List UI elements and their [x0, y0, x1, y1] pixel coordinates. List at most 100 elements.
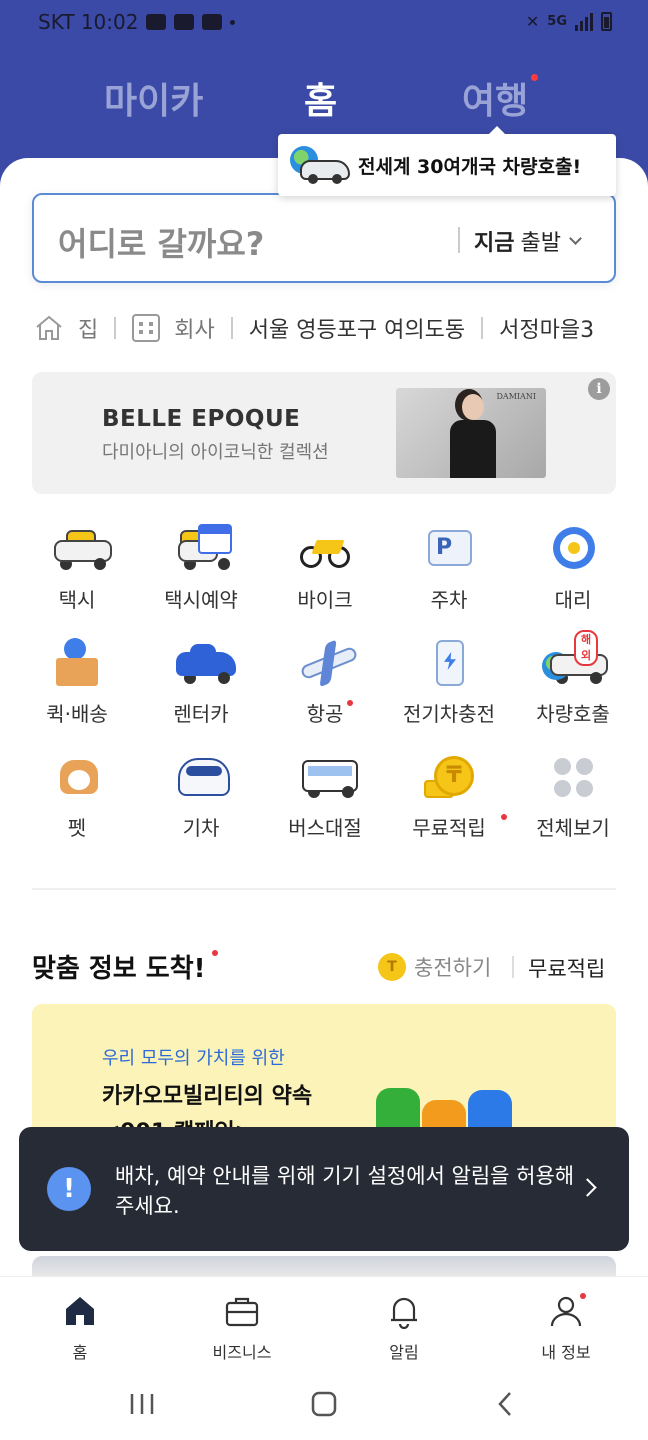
home-icon — [62, 1293, 98, 1329]
service-bike[interactable]: 바이크 — [263, 520, 387, 620]
favorite-places: 집 회사 서울 영등포구 여의도동 서정마을3 — [34, 308, 648, 348]
tab-home[interactable]: 홈 — [304, 72, 337, 124]
tooltip-text: 전세계 30여개국 차량호출! — [358, 155, 582, 178]
service-label: 무료적립 — [412, 816, 486, 840]
service-train[interactable]: 기차 — [139, 748, 263, 848]
nav-label: 내 정보 — [541, 1343, 591, 1362]
service-ev-charging[interactable]: 전기차충전 — [387, 634, 511, 734]
depart-label: 출발 — [520, 231, 561, 256]
service-designated-driver[interactable]: 대리 — [511, 520, 635, 620]
ev-charger-icon — [424, 638, 474, 688]
signal-icon — [575, 12, 593, 31]
travel-badge-dot — [531, 74, 538, 81]
service-label: 버스대절 — [288, 816, 362, 840]
free-points-link[interactable]: 무료적립 — [528, 953, 605, 983]
service-free-points[interactable]: ₸ 무료적립 — [387, 748, 511, 848]
service-bus-charter[interactable]: 버스대절 — [263, 748, 387, 848]
search-placeholder[interactable]: 어디로 갈까요? — [58, 219, 264, 265]
nav-alerts[interactable]: 알림 — [344, 1293, 464, 1363]
service-overseas-car[interactable]: 해외 차량호출 — [511, 630, 635, 734]
recent-apps-icon[interactable] — [128, 1390, 156, 1418]
shortcut-recent-2[interactable]: 서정마을3 — [499, 312, 594, 344]
service-label: 퀵·배송 — [46, 702, 108, 726]
briefcase-icon — [224, 1293, 260, 1329]
alert-icon: ! — [47, 1167, 91, 1211]
banner-image: DAMIANI — [396, 388, 546, 478]
custom-info-title: 맞춤 정보 도착! — [32, 954, 206, 984]
service-taxi-reservation[interactable]: 택시예약 — [139, 520, 263, 620]
delivery-icon — [52, 638, 102, 688]
notification-permission-toast[interactable]: ! 배차, 예약 안내를 위해 기기 설정에서 알림을 허용해주세요. — [19, 1127, 629, 1251]
carrier-time: SKT 10:02 — [38, 10, 139, 34]
office-icon — [132, 314, 161, 342]
bike-icon — [300, 524, 350, 574]
nav-business[interactable]: 비즈니스 — [182, 1293, 302, 1363]
tab-mycar[interactable]: 마이카 — [104, 72, 203, 124]
overseas-car-icon: 해외 — [542, 630, 608, 688]
status-bar: SKT 10:02 ✕ 5G — [0, 0, 648, 46]
divider — [512, 956, 514, 978]
service-label: 렌터카 — [173, 702, 229, 726]
home-button-icon[interactable] — [310, 1390, 338, 1418]
airplane-icon — [299, 638, 359, 688]
network-type: 5G — [547, 14, 567, 29]
promo-subtitle: 우리 모두의 가치를 위한 — [102, 1048, 285, 1069]
ad-banner[interactable]: BELLE EPOQUE 다미아니의 아이코닉한 컬렉션 DAMIANI i — [32, 372, 616, 494]
top-tabs: 마이카 홈 여행 — [0, 66, 648, 126]
youtube-icon — [202, 14, 223, 30]
shortcut-office[interactable]: 회사 — [132, 312, 215, 344]
back-icon[interactable] — [492, 1390, 520, 1418]
chevron-right-icon — [578, 1178, 597, 1197]
travel-tooltip[interactable]: 전세계 30여개국 차량호출! — [278, 126, 616, 196]
ad-info-icon[interactable]: i — [588, 378, 610, 400]
service-rental-car[interactable]: 렌터카 — [139, 634, 263, 734]
custom-info-badge-dot — [212, 950, 218, 956]
bell-icon — [386, 1293, 422, 1330]
globe-car-icon — [290, 146, 350, 184]
service-view-all[interactable]: 전체보기 — [511, 748, 635, 848]
service-taxi[interactable]: 택시 — [15, 520, 139, 620]
system-navigation-bar — [0, 1372, 648, 1440]
bus-charter-icon — [300, 752, 358, 802]
depart-time-select[interactable]: 지금 출발 — [474, 225, 582, 257]
destination-search[interactable]: 어디로 갈까요? 지금 출발 — [32, 193, 616, 283]
service-delivery[interactable]: 퀵·배송 — [15, 634, 139, 734]
service-parking[interactable]: P 주차 — [387, 520, 511, 620]
shortcut-office-label: 회사 — [174, 318, 215, 343]
recent-place-label: 서정마을3 — [499, 318, 595, 343]
shortcut-home[interactable]: 집 — [34, 312, 98, 344]
charge-label: 충전하기 — [414, 956, 492, 980]
parking-icon: P — [424, 524, 474, 574]
t-coin-icon: T — [378, 953, 406, 981]
shortcut-recent-1[interactable]: 서울 영등포구 여의도동 — [249, 312, 465, 344]
nav-label: 알림 — [389, 1343, 419, 1362]
bottom-navigation: 홈 비즈니스 알림 내 정보 — [0, 1276, 648, 1372]
view-all-icon — [548, 752, 598, 802]
service-label: 택시 — [58, 588, 96, 612]
divider — [230, 317, 233, 339]
toast-message: 배차, 예약 안내를 위해 기기 설정에서 알림을 허용해주세요. — [115, 1164, 575, 1218]
mute-icon: ✕ — [525, 12, 540, 31]
more-notifications-icon — [230, 19, 236, 25]
pet-icon — [52, 752, 102, 802]
taxi-icon — [52, 524, 112, 574]
recent-place-label: 서울 영등포구 여의도동 — [248, 318, 466, 343]
nav-home[interactable]: 홈 — [20, 1293, 140, 1363]
charge-button[interactable]: T 충전하기 — [378, 952, 491, 982]
designated-driver-icon — [548, 524, 598, 574]
nav-label: 홈 — [72, 1343, 88, 1362]
service-label: 대리 — [554, 588, 592, 612]
train-icon — [176, 752, 230, 802]
coin-icon: ₸ — [424, 752, 474, 802]
service-airline[interactable]: 항공 — [263, 634, 387, 734]
service-label: 전기차충전 — [403, 702, 495, 726]
service-label: 차량호출 — [536, 702, 610, 726]
tab-travel[interactable]: 여행 — [462, 72, 528, 124]
service-label: 항공 — [306, 702, 344, 726]
free-points-badge-dot — [501, 814, 507, 820]
section-divider — [32, 888, 616, 890]
service-pet[interactable]: 펫 — [15, 748, 139, 848]
nav-my-info[interactable]: 내 정보 — [506, 1293, 626, 1363]
service-label: 기차 — [182, 816, 220, 840]
my-info-badge-dot — [580, 1293, 586, 1299]
